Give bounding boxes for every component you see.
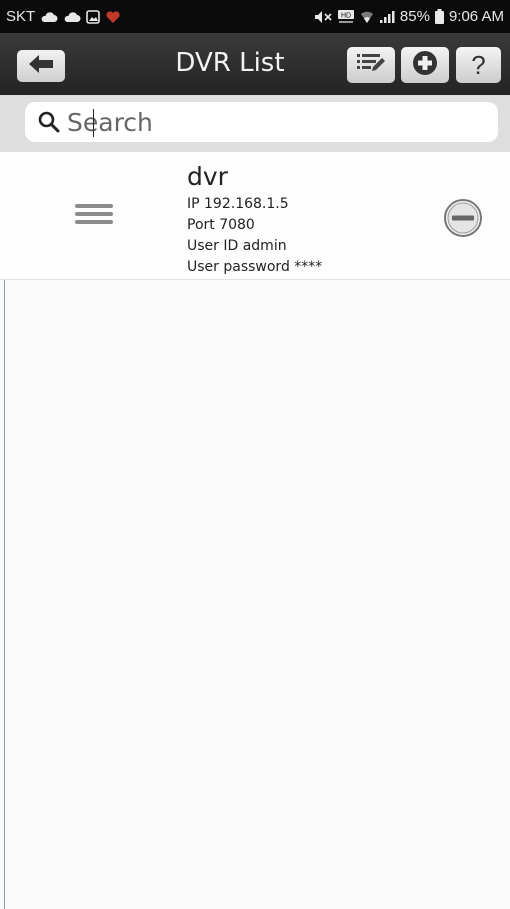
dvr-name: dvr (187, 162, 228, 191)
mute-icon (314, 10, 332, 24)
wifi-icon (360, 10, 374, 24)
plus-circle-icon (412, 50, 438, 80)
text-cursor (93, 109, 94, 137)
cloud-icon (40, 11, 58, 23)
back-button[interactable] (17, 50, 65, 82)
search-input[interactable] (67, 107, 467, 137)
list-item[interactable]: dvr IP 192.168.1.5 Port 7080 User ID adm… (0, 152, 510, 280)
drag-handle-icon[interactable] (75, 203, 113, 229)
remove-dvr-button[interactable] (443, 198, 483, 242)
help-icon: ? (471, 49, 486, 80)
edge-line (4, 280, 5, 909)
minus-circle-icon (443, 199, 483, 242)
dvr-port: Port 7080 (187, 217, 255, 233)
edit-list-button[interactable] (347, 47, 395, 83)
toolbar: DVR List ? (0, 33, 510, 96)
search-box (25, 102, 498, 142)
svg-text:HD: HD (341, 12, 351, 19)
signal-icon (379, 10, 395, 24)
dvr-user-id: User ID admin (187, 238, 287, 254)
carrier-label: SKT (6, 8, 36, 25)
heart-icon (105, 10, 121, 24)
edit-list-icon (356, 52, 386, 78)
arrow-left-icon (27, 54, 55, 78)
search-bar (0, 95, 510, 152)
page-title: DVR List (175, 48, 285, 78)
dvr-password: User password **** (187, 259, 323, 275)
add-dvr-button[interactable] (401, 47, 449, 83)
dvr-ip: IP 192.168.1.5 (187, 196, 289, 212)
status-bar: SKT HD 85% 9:06 AM (0, 0, 510, 33)
battery-percent: 85% (399, 8, 430, 25)
search-icon (37, 110, 61, 134)
status-bar-right: HD 85% 9:06 AM (314, 8, 504, 25)
hd-voice-icon: HD (337, 9, 355, 25)
dvr-info: dvr IP 192.168.1.5 Port 7080 User ID adm… (187, 160, 322, 278)
battery-icon (434, 9, 444, 24)
clock: 9:06 AM (448, 8, 504, 25)
status-bar-left: SKT (6, 8, 121, 25)
gallery-icon (86, 9, 100, 24)
help-button[interactable]: ? (456, 47, 501, 83)
cloud-icon (63, 11, 81, 23)
